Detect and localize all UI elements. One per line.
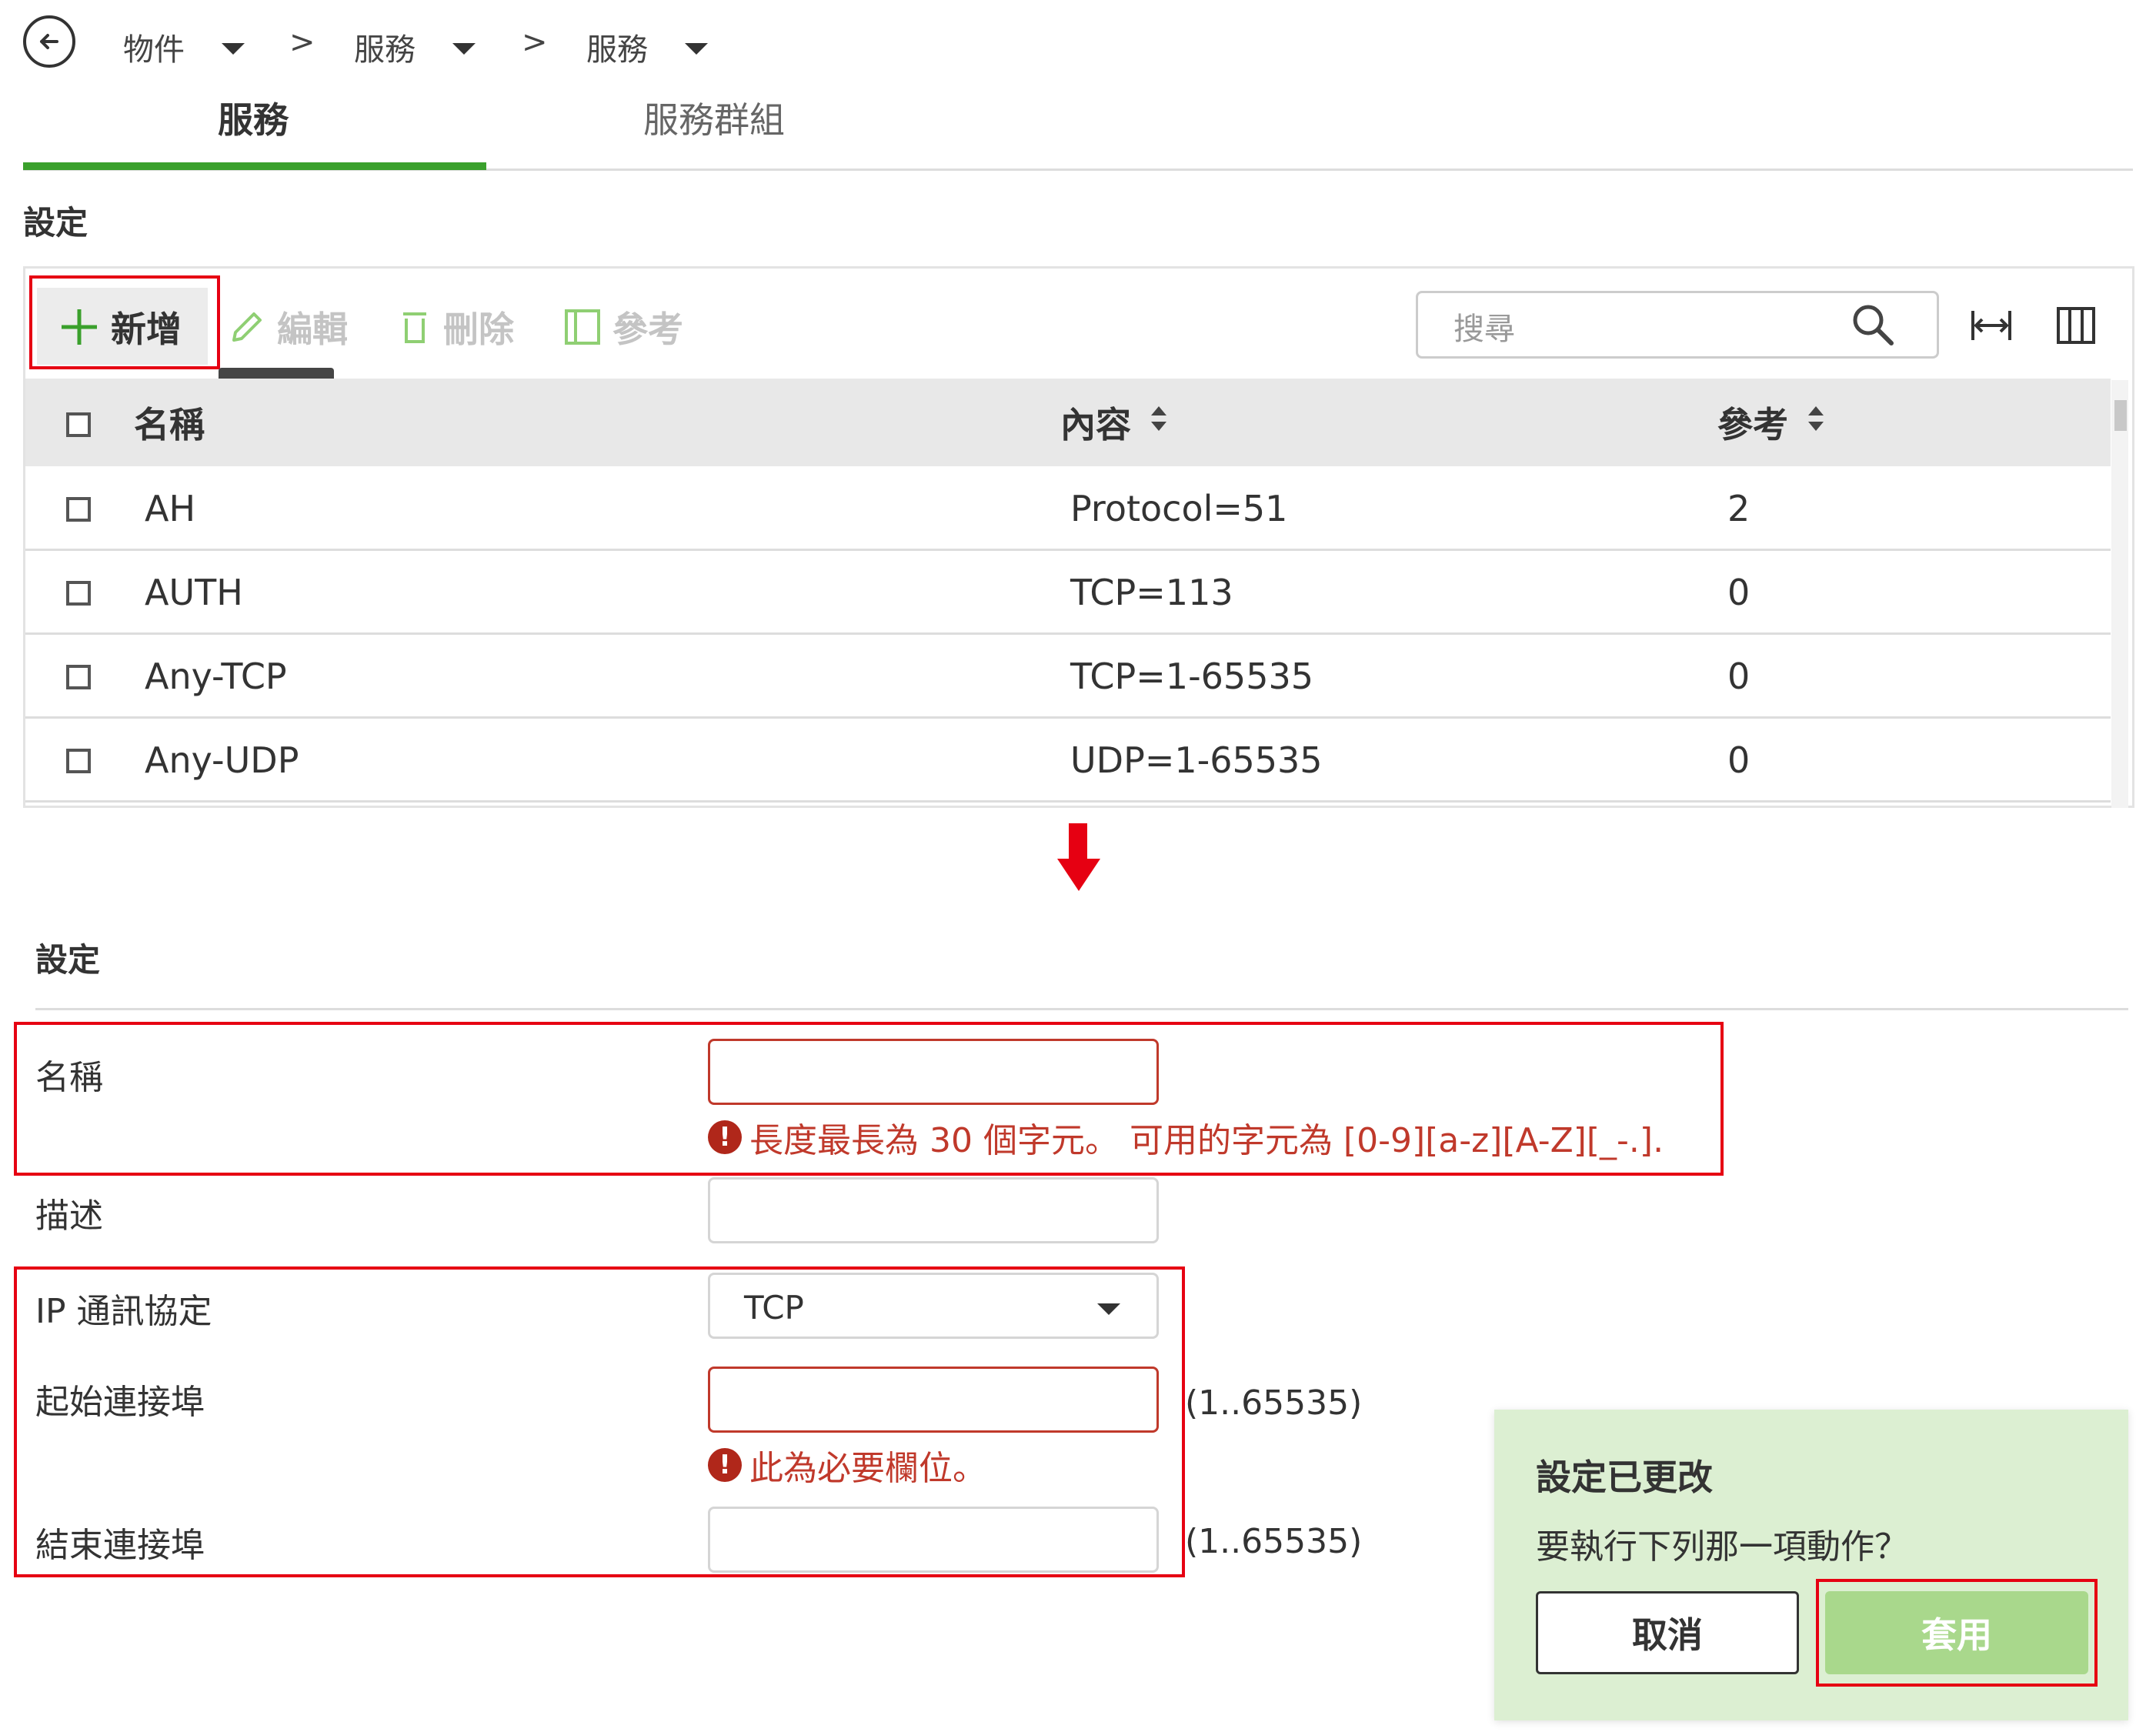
reference-button-label: 參考 <box>612 309 683 350</box>
end-port-input[interactable] <box>708 1507 1159 1573</box>
column-header-content[interactable]: 內容 <box>1060 397 1131 448</box>
start-port-error-text: 此為必要欄位。 <box>749 1449 986 1488</box>
add-button-label: 新增 <box>111 309 182 350</box>
row-name: AUTH <box>145 572 243 613</box>
end-port-range: (1..65535) <box>1185 1522 1363 1561</box>
breadcrumb-item-service[interactable]: 服務 <box>586 25 648 69</box>
edit-button-label: 編輯 <box>277 309 348 350</box>
table-row[interactable]: Any-UDP UDP=1-65535 0 <box>25 719 2111 803</box>
sort-icon[interactable] <box>1150 403 1168 434</box>
edit-button[interactable]: 編輯 <box>228 302 348 352</box>
column-header-name[interactable]: 名稱 <box>134 397 205 448</box>
tab-service[interactable]: 服務 <box>218 92 289 143</box>
caret-down-icon[interactable] <box>685 43 708 55</box>
row-checkbox[interactable] <box>66 749 91 773</box>
protocol-select[interactable]: TCP <box>708 1273 1159 1339</box>
delete-button[interactable]: 刪除 <box>397 302 514 352</box>
name-label: 名稱 <box>35 1058 103 1097</box>
add-button[interactable]: 新增 <box>58 302 182 352</box>
down-arrow-icon-head <box>1057 859 1100 891</box>
breadcrumb-separator: > <box>522 25 548 60</box>
breadcrumb-separator: > <box>289 25 315 60</box>
plus-icon <box>62 309 97 345</box>
name-error-text: 長度最長為 30 個字元。 可用的字元為 [0-9][a-z][A-Z][_-.… <box>749 1121 1664 1160</box>
reference-icon <box>565 309 600 345</box>
protocol-select-value: TCP <box>744 1289 804 1327</box>
back-arrow-icon <box>40 34 58 49</box>
end-port-label: 結束連接埠 <box>35 1526 205 1565</box>
table-row[interactable]: Any-TCP TCP=1-65535 0 <box>25 636 2111 719</box>
name-error: ! 長度最長為 30 個字元。 可用的字元為 [0-9][a-z][A-Z][_… <box>708 1113 1664 1162</box>
table-row[interactable]: AH Protocol=51 2 <box>25 468 2111 551</box>
search-icon[interactable] <box>1850 302 1896 348</box>
row-checkbox[interactable] <box>66 665 91 689</box>
section-title: 設定 <box>23 204 88 242</box>
sort-icon[interactable] <box>1807 403 1825 434</box>
table-scrollbar[interactable] <box>2111 380 2128 808</box>
row-name: AH <box>145 488 196 529</box>
start-port-input[interactable] <box>708 1367 1159 1433</box>
down-arrow-icon <box>1069 823 1087 862</box>
error-icon: ! <box>708 1448 742 1482</box>
row-reference: 0 <box>1727 656 1750 697</box>
start-port-range: (1..65535) <box>1185 1383 1363 1423</box>
active-tab-indicator <box>23 162 486 170</box>
breadcrumb-item-services[interactable]: 服務 <box>354 25 416 69</box>
row-content: Protocol=51 <box>1070 488 1288 529</box>
cancel-button[interactable]: 取消 <box>1536 1591 1799 1674</box>
breadcrumb-item-objects[interactable]: 物件 <box>123 25 185 69</box>
column-header-reference[interactable]: 參考 <box>1717 397 1788 448</box>
pencil-icon <box>232 312 262 342</box>
row-content: TCP=1-65535 <box>1070 656 1314 697</box>
row-content: TCP=113 <box>1070 572 1233 613</box>
row-name: Any-TCP <box>145 656 287 697</box>
fit-width-icon[interactable] <box>1970 306 2013 345</box>
table-row[interactable]: AUTH TCP=113 0 <box>25 552 2111 635</box>
row-checkbox[interactable] <box>66 581 91 606</box>
highlight-apply-button <box>1816 1579 2098 1687</box>
start-port-error: ! 此為必要欄位。 <box>708 1440 986 1490</box>
settings-changed-dialog: 設定已更改 要執行下列那一項動作？ 取消 套用 <box>1494 1410 2128 1720</box>
back-button[interactable] <box>23 15 75 68</box>
error-icon: ! <box>708 1120 742 1154</box>
description-label: 描述 <box>35 1196 103 1236</box>
dialog-message: 要執行下列那一項動作？ <box>1536 1527 1908 1567</box>
row-name: Any-UDP <box>145 739 299 781</box>
row-reference: 2 <box>1727 488 1750 529</box>
form-divider <box>35 1008 2128 1010</box>
columns-icon[interactable] <box>2056 306 2096 345</box>
name-input[interactable] <box>708 1039 1159 1105</box>
description-input[interactable] <box>708 1177 1159 1243</box>
dialog-title: 設定已更改 <box>1536 1457 1713 1498</box>
row-reference: 0 <box>1727 572 1750 613</box>
row-content: UDP=1-65535 <box>1070 739 1323 781</box>
caret-down-icon[interactable] <box>452 43 476 55</box>
protocol-label: IP 通訊協定 <box>35 1292 212 1331</box>
row-checkbox[interactable] <box>66 497 91 522</box>
delete-button-label: 刪除 <box>443 309 514 350</box>
table-scrollbar-thumb[interactable] <box>2114 400 2127 431</box>
form-title: 設定 <box>35 941 101 979</box>
start-port-label: 起始連接埠 <box>35 1383 205 1422</box>
trash-icon <box>403 312 426 343</box>
select-all-checkbox[interactable] <box>66 412 91 437</box>
reference-button[interactable]: 參考 <box>563 302 683 352</box>
row-reference: 0 <box>1727 739 1750 781</box>
caret-down-icon[interactable] <box>222 43 245 55</box>
chevron-down-icon[interactable] <box>1097 1303 1120 1315</box>
service-list-panel: 物件 > 服務 > 服務 服務 服務群組 設定 新增 編輯 刪除 參考 搜尋 名… <box>0 0 2156 808</box>
tab-service-group[interactable]: 服務群組 <box>643 92 785 143</box>
